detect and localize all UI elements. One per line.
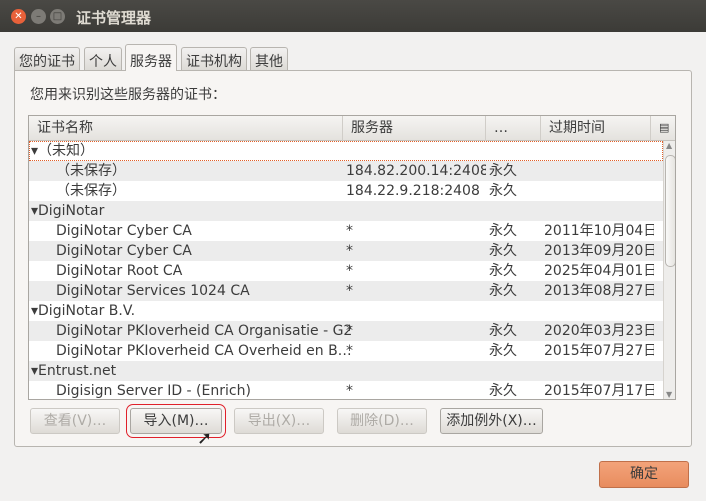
tab-your-certs[interactable]: 您的证书 xyxy=(14,47,80,71)
cell-name: Digisign Server ID - (Enrich) xyxy=(56,383,251,399)
cell-expires: 2013年08月27日 xyxy=(544,283,654,299)
cell-trust: 永久 xyxy=(489,263,517,279)
cell-server: * xyxy=(346,343,353,359)
column-header-trust[interactable]: … xyxy=(486,116,541,141)
cell-trust: 永久 xyxy=(489,243,517,259)
cell-expires: 2015年07月27日 xyxy=(544,343,654,359)
cell-name: ▾DigiNotar B.V. xyxy=(31,303,136,319)
column-header-expires[interactable]: 过期时间 xyxy=(541,116,651,141)
cell-name: ▾DigiNotar xyxy=(31,203,105,219)
cell-server: * xyxy=(346,383,353,399)
add-exception-button[interactable]: 添加例外(X)… xyxy=(440,408,543,434)
table-group-row[interactable]: ▾DigiNotar xyxy=(29,201,663,221)
cell-name: ▾Entrust.net xyxy=(31,363,117,379)
scrollbar[interactable]: ▲ ▼ xyxy=(663,141,675,399)
cell-name: ▾（未知） xyxy=(31,143,95,159)
cell-name: （未保存） xyxy=(56,163,126,179)
description: 您用来识别这些服务器的证书： xyxy=(30,87,226,103)
certificate-table[interactable]: 证书名称 服务器 … 过期时间 ▤ ▾（未知） （未保存） 184.82.200.1… xyxy=(28,115,676,400)
cell-name: DigiNotar PKIoverheid CA Overheid en B… xyxy=(56,343,352,359)
table-group-row[interactable]: ▾（未知） xyxy=(29,141,663,161)
cell-name: DigiNotar PKIoverheid CA Organisatie - G… xyxy=(56,323,353,339)
tab-authorities[interactable]: 证书机构 xyxy=(181,47,247,71)
cell-server: * xyxy=(346,243,353,259)
tab-servers[interactable]: 服务器 xyxy=(125,44,177,71)
scrollbar-thumb[interactable] xyxy=(665,155,675,267)
cell-server: * xyxy=(346,263,353,279)
table-row[interactable]: DigiNotar Cyber CA * 永久 2013年09月20日 xyxy=(29,241,663,261)
close-icon[interactable]: ✕ xyxy=(11,9,26,24)
ok-button[interactable]: 确定 xyxy=(599,461,689,488)
cell-name: DigiNotar Cyber CA xyxy=(56,243,192,259)
column-picker-icon[interactable]: ▤ xyxy=(651,116,675,141)
cell-trust: 永久 xyxy=(489,183,517,199)
table-group-row[interactable]: ▾Entrust.net xyxy=(29,361,663,381)
cell-server: 184.22.9.218:2408 xyxy=(346,183,480,199)
mouse-cursor-icon: ➚ xyxy=(197,428,213,449)
table-group-row[interactable]: ▾DigiNotar B.V. xyxy=(29,301,663,321)
cell-trust: 永久 xyxy=(489,223,517,239)
cell-server: 184.82.200.14:2408 xyxy=(346,163,486,179)
cell-trust: 永久 xyxy=(489,323,517,339)
minimize-icon[interactable]: – xyxy=(31,9,46,24)
scroll-up-icon[interactable]: ▲ xyxy=(666,141,672,150)
cell-trust: 永久 xyxy=(489,343,517,359)
cell-expires: 2025年04月01日 xyxy=(544,263,654,279)
table-row[interactable]: Digisign Server ID - (Enrich) * 永久 2015年07月… xyxy=(29,381,663,399)
table-row[interactable]: （未保存） 184.82.200.14:2408 永久 xyxy=(29,161,663,181)
cell-name: DigiNotar Services 1024 CA xyxy=(56,283,250,299)
table-row[interactable]: DigiNotar Root CA * 永久 2025年04月01日 xyxy=(29,261,663,281)
cell-expires: 2015年07月17日 xyxy=(544,383,654,399)
table-row[interactable]: DigiNotar Services 1024 CA * 永久 2013年08月27日 xyxy=(29,281,663,301)
cell-name: （未保存） xyxy=(56,183,126,199)
scroll-down-icon[interactable]: ▼ xyxy=(666,390,672,399)
table-row[interactable]: DigiNotar Cyber CA * 永久 2011年10月04日 xyxy=(29,221,663,241)
cell-expires: 2013年09月20日 xyxy=(544,243,654,259)
table-header: 证书名称 服务器 … 过期时间 ▤ xyxy=(29,116,675,141)
maximize-icon[interactable]: □ xyxy=(50,9,65,24)
table-row[interactable]: DigiNotar PKIoverheid CA Overheid en B… *… xyxy=(29,341,663,361)
cell-server: * xyxy=(346,223,353,239)
column-header-server[interactable]: 服务器 xyxy=(343,116,486,141)
cell-server: * xyxy=(346,323,353,339)
view-button[interactable]: 查看(V)… xyxy=(30,408,120,434)
cell-trust: 永久 xyxy=(489,163,517,179)
delete-button[interactable]: 删除(D)… xyxy=(337,408,427,434)
table-row[interactable]: （未保存） 184.22.9.218:2408 永久 xyxy=(29,181,663,201)
cell-trust: 永久 xyxy=(489,383,517,399)
cell-trust: 永久 xyxy=(489,283,517,299)
cell-name: DigiNotar Root CA xyxy=(56,263,183,279)
tab-personal[interactable]: 个人 xyxy=(84,47,122,71)
title-bar: ✕ – □ 证书管理器 xyxy=(0,0,706,32)
cell-server: * xyxy=(346,283,353,299)
cell-expires: 2020年03月23日 xyxy=(544,323,654,339)
cell-name: DigiNotar Cyber CA xyxy=(56,223,192,239)
cell-expires: 2011年10月04日 xyxy=(544,223,654,239)
export-button[interactable]: 导出(X)… xyxy=(234,408,324,434)
tab-others[interactable]: 其他 xyxy=(250,47,288,71)
table-row[interactable]: DigiNotar PKIoverheid CA Organisatie - G… xyxy=(29,321,663,341)
column-header-name[interactable]: 证书名称 xyxy=(29,116,343,141)
window-title: 证书管理器 xyxy=(76,9,152,27)
